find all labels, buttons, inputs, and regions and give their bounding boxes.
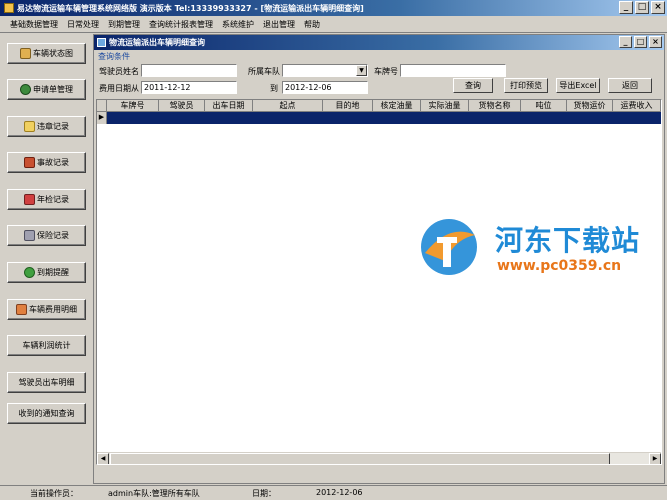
column-header[interactable]: 驾驶员: [159, 100, 205, 112]
column-header[interactable]: 运费收入: [613, 100, 661, 112]
menu-exit[interactable]: 退出管理: [263, 19, 295, 30]
watermark-site-name: 河东下载站: [495, 224, 641, 257]
sidebar-item-insurance[interactable]: 保险记录: [7, 225, 86, 246]
print-preview-button[interactable]: 打印预览: [504, 78, 548, 93]
watermark-url: www.pc0359.cn: [497, 258, 622, 274]
team-select[interactable]: ▼: [282, 64, 368, 77]
watermark: 河东下载站 www.pc0359.cn: [415, 213, 660, 283]
query-button[interactable]: 查询: [453, 78, 493, 93]
sidebar-item-notices[interactable]: 收到的通知查询: [7, 403, 86, 424]
inner-minimize-button[interactable]: _: [619, 36, 632, 48]
chevron-down-icon[interactable]: ▼: [356, 65, 367, 76]
sidebar-item-expenses[interactable]: 车辆费用明细: [7, 299, 86, 320]
driver-name-label: 驾驶员姓名: [99, 67, 139, 76]
close-button[interactable]: ×: [651, 1, 665, 14]
expense-icon: [16, 304, 27, 315]
date-from-input[interactable]: 2011-12-12: [141, 81, 237, 94]
watermark-logo-icon: [421, 219, 477, 275]
date-to-label: 到: [270, 84, 278, 93]
application-icon: [20, 84, 31, 95]
sidebar-item-applications[interactable]: 申请单管理: [7, 79, 86, 100]
column-header[interactable]: 吨位: [521, 100, 567, 112]
grid-header: 车牌号 驾驶员 出车日期 起点 目的地 核定油量 实际油量 货物名称 吨位 货物…: [97, 100, 661, 112]
app-title-bar: 易达物流运输车辆管理系统网络版 演示版本 Tel:13339933327 - […: [0, 0, 667, 16]
insurance-icon: [24, 230, 35, 241]
horizontal-scrollbar[interactable]: ◀ ▶: [97, 452, 661, 464]
column-header[interactable]: 实际油量: [421, 100, 469, 112]
inner-restore-button[interactable]: □: [634, 36, 647, 48]
date-label: 日期：: [252, 489, 276, 498]
query-window-title: 物流运输派出车辆明细查询: [109, 38, 205, 47]
sidebar-item-vehicle-status[interactable]: 车辆状态图: [7, 43, 86, 64]
column-header[interactable]: 起点: [253, 100, 323, 112]
column-header[interactable]: 核定油量: [373, 100, 421, 112]
accident-icon: [24, 157, 35, 168]
app-icon: [4, 3, 14, 13]
column-header[interactable]: 车牌号: [107, 100, 159, 112]
restore-button[interactable]: □: [635, 1, 649, 14]
minimize-button[interactable]: _: [619, 1, 633, 14]
status-bar: 当前操作员： admin车队:管理所有车队 日期： 2012-12-06: [0, 485, 667, 500]
export-excel-button[interactable]: 导出Excel: [556, 78, 600, 93]
window-icon: [97, 38, 106, 47]
menu-daily[interactable]: 日常处理: [67, 19, 99, 30]
table-row[interactable]: ▶: [97, 112, 661, 124]
menu-expiry[interactable]: 到期管理: [108, 19, 140, 30]
column-header[interactable]: 出车日期: [205, 100, 253, 112]
sidebar-item-inspections[interactable]: 年检记录: [7, 189, 86, 210]
scroll-left-icon[interactable]: ◀: [97, 453, 109, 464]
query-window-title-bar: 物流运输派出车辆明细查询 _ □ ×: [94, 35, 664, 50]
row-indicator-icon: ▶: [97, 112, 107, 124]
grid-corner: [97, 100, 107, 112]
inner-close-button[interactable]: ×: [649, 36, 662, 48]
car-status-icon: [20, 48, 31, 59]
operator-value: admin车队:管理所有车队: [108, 489, 200, 498]
reminder-icon: [24, 267, 35, 278]
selected-row[interactable]: [107, 112, 661, 124]
scroll-thumb[interactable]: [110, 453, 610, 464]
sidebar-item-driver-trips[interactable]: 驾驶员出车明细: [7, 372, 86, 393]
date-from-label: 费用日期从: [99, 84, 139, 93]
menu-help[interactable]: 帮助: [304, 19, 320, 30]
menu-bar: 基础数据管理 日常处理 到期管理 查询统计报表管理 系统维护 退出管理 帮助: [0, 16, 667, 33]
operator-label: 当前操作员：: [30, 489, 78, 498]
sidebar-item-profit[interactable]: 车辆利润统计: [7, 335, 86, 356]
plate-label: 车牌号: [374, 67, 398, 76]
menu-reports[interactable]: 查询统计报表管理: [149, 19, 213, 30]
date-to-input[interactable]: 2012-12-06: [282, 81, 368, 94]
inspection-icon: [24, 194, 35, 205]
menu-system[interactable]: 系统维护: [222, 19, 254, 30]
plate-input[interactable]: [400, 64, 506, 77]
back-button[interactable]: 返回: [608, 78, 652, 93]
sidebar-item-reminders[interactable]: 到期提醒: [7, 262, 86, 283]
sidebar-item-accidents[interactable]: 事故记录: [7, 152, 86, 173]
team-label: 所属车队: [248, 67, 280, 76]
app-title: 易达物流运输车辆管理系统网络版 演示版本 Tel:13339933327 - […: [17, 3, 364, 13]
driver-name-input[interactable]: [141, 64, 237, 77]
violation-icon: [24, 121, 35, 132]
query-conditions-label: 查询条件: [98, 52, 130, 61]
sidebar: 车辆状态图 申请单管理 违章记录 事故记录 年检记录 保险记录 到期提醒 车辆费…: [0, 34, 92, 484]
column-header[interactable]: 货物名称: [469, 100, 521, 112]
date-value: 2012-12-06: [316, 488, 363, 497]
column-header[interactable]: 货物运价: [567, 100, 613, 112]
column-header[interactable]: 目的地: [323, 100, 373, 112]
menu-basic-data[interactable]: 基础数据管理: [10, 19, 58, 30]
scroll-right-icon[interactable]: ▶: [649, 453, 661, 464]
sidebar-item-violations[interactable]: 违章记录: [7, 116, 86, 137]
